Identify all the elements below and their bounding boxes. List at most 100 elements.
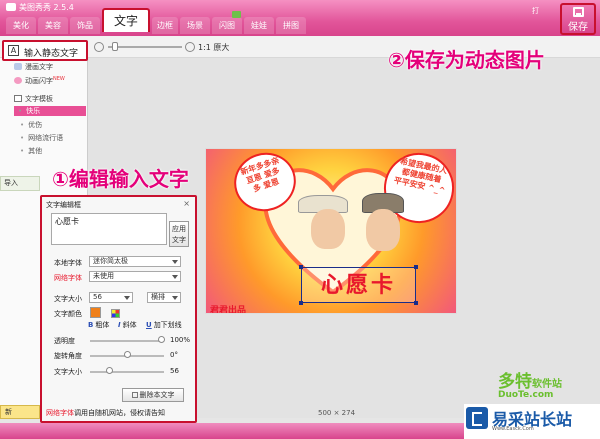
resize-handle[interactable] — [299, 301, 303, 305]
text-content-input[interactable]: 心愿卡 — [51, 213, 167, 245]
tab-text[interactable]: 文字 — [102, 8, 151, 32]
yicai-logo-icon — [466, 407, 488, 429]
duote-small: 软件站 — [532, 379, 562, 390]
title-bar: 美图秀秀 2.5.4 美化 美容 饰品 文字 边框 场景 闪图 娃娃 拼图 打 … — [0, 0, 600, 36]
italic-icon: I — [118, 321, 121, 329]
chevron-down-icon — [124, 296, 130, 300]
card-text-object[interactable]: 心愿卡 — [301, 267, 416, 303]
local-font-label: 本地字体 — [54, 259, 82, 267]
underline-label: 加下划线 — [153, 321, 182, 329]
save-label: 保存 — [568, 22, 588, 33]
signature-text: 君君出品 — [210, 306, 247, 314]
tab-flash-label: 闪图 — [219, 21, 236, 30]
zoom-slider-handle[interactable] — [112, 42, 118, 51]
zoom-in-icon[interactable] — [185, 42, 195, 52]
resize-handle[interactable] — [414, 265, 418, 269]
text-size-label: 文字大小 — [54, 295, 82, 303]
delete-text-button[interactable]: 删除本文字 — [122, 388, 184, 402]
chevron-down-icon — [172, 260, 178, 264]
tab-flash[interactable]: 闪图 — [212, 11, 243, 34]
template-sad[interactable]: 优伤 — [20, 120, 42, 130]
main-tabs: 美化 美容 饰品 文字 边框 场景 闪图 娃娃 拼图 — [6, 8, 307, 34]
template-happy[interactable]: 快乐 — [14, 106, 86, 116]
yicai-url: Www.Easck.Com — [492, 426, 534, 432]
orientation-select[interactable]: 横排 — [147, 292, 181, 303]
text-color-label: 文字颜色 — [54, 310, 82, 318]
floppy-disk-icon — [572, 7, 584, 17]
chevron-down-icon — [172, 296, 178, 300]
italic-label: 斜体 — [122, 321, 137, 329]
person-right — [366, 209, 400, 251]
delete-label: 删除本文字 — [139, 391, 175, 399]
input-static-text-button[interactable]: A 输入静态文字 — [2, 40, 88, 61]
new-label: 新 — [5, 408, 12, 416]
new-button[interactable]: 新 — [0, 405, 40, 419]
tab-collage[interactable]: 拼图 — [276, 17, 307, 34]
font-size-slider[interactable] — [90, 371, 164, 373]
apply-text-button[interactable]: 应用文字 — [169, 221, 189, 247]
resize-handle[interactable] — [299, 265, 303, 269]
new-badge-icon — [232, 11, 242, 18]
tab-frame[interactable]: 边框 — [152, 17, 179, 34]
comic-text-icon — [14, 63, 22, 70]
template-internet-slang[interactable]: 网络流行语 — [20, 133, 63, 143]
font-size-slider-handle[interactable] — [106, 367, 113, 374]
bold-toggle[interactable]: B 粗体 — [88, 320, 109, 330]
tab-beauty[interactable]: 美容 — [38, 17, 68, 34]
step2-annotation: ②保存为动态图片 — [388, 48, 545, 72]
open-button[interactable]: 打 — [532, 7, 539, 16]
delete-icon — [131, 392, 138, 398]
tab-scene[interactable]: 场景 — [180, 17, 211, 34]
text-size-select[interactable]: 56 — [89, 292, 133, 303]
color-palette-icon[interactable] — [111, 309, 120, 318]
web-font-select[interactable]: 未使用 — [89, 271, 181, 282]
text-size-value: 56 — [93, 293, 102, 301]
save-button[interactable]: 保存 — [560, 3, 596, 35]
image-dimensions: 500 × 274 — [318, 409, 356, 417]
zoom-out-icon[interactable] — [94, 42, 104, 52]
opacity-label: 透明度 — [54, 337, 75, 345]
template-other[interactable]: 其他 — [20, 146, 42, 156]
bold-icon: B — [88, 321, 94, 329]
zoom-slider-track[interactable] — [108, 46, 182, 48]
local-font-select[interactable]: 迷你简太极 — [89, 256, 181, 267]
rotation-slider-handle[interactable] — [124, 351, 131, 358]
font-size-value: 56 — [170, 367, 179, 375]
underline-toggle[interactable]: U 加下划线 — [146, 320, 182, 330]
duote-big: 多特 — [498, 372, 532, 392]
resize-handle[interactable] — [414, 301, 418, 305]
close-icon[interactable]: × — [183, 199, 190, 208]
text-a-icon: A — [8, 45, 19, 56]
italic-toggle[interactable]: I 斜体 — [118, 320, 137, 330]
opacity-slider[interactable] — [90, 340, 164, 342]
editor-title: 文字编辑框 — [46, 201, 81, 209]
menu-comic-text-label: 漫画文字 — [25, 63, 53, 71]
input-static-text-label: 输入静态文字 — [24, 49, 79, 59]
menu-comic-text[interactable]: 漫画文字 — [14, 62, 53, 72]
duote-watermark: 多特软件站 DuoTe.com — [498, 367, 562, 400]
animated-text-icon — [14, 77, 22, 84]
text-color-swatch[interactable] — [90, 307, 101, 318]
footer-web-font: 网络字体 — [46, 409, 74, 417]
editor-footer-note: 网络字体调用自随机网站，侵权请告知 — [46, 408, 165, 418]
import-label: 导入 — [4, 179, 18, 187]
footer-note-text: 调用自随机网站，侵权请告知 — [74, 409, 165, 417]
yicai-watermark: 易采站长站 Www.Easck.Com — [464, 404, 600, 439]
menu-animated-text[interactable]: 动画闪字NEW — [14, 76, 65, 86]
menu-text-template[interactable]: 文字模板 — [14, 94, 53, 104]
underline-icon: U — [146, 321, 152, 329]
photo-canvas[interactable]: 新年多多亲 亘恩 爱多 多 爱恩 希望我最的人 都健康随着 平平安安 ^_^ 心… — [205, 148, 457, 314]
tab-beautify[interactable]: 美化 — [6, 17, 36, 34]
menu-animated-text-label: 动画闪字 — [25, 77, 53, 85]
local-font-value: 迷你简太极 — [93, 257, 128, 265]
step1-annotation: ①编辑输入文字 — [52, 167, 189, 191]
web-font-value: 未使用 — [93, 272, 114, 280]
menu-text-template-label: 文字模板 — [25, 95, 53, 103]
opacity-slider-handle[interactable] — [158, 336, 165, 343]
tab-doll[interactable]: 娃娃 — [244, 17, 275, 34]
zoom-label[interactable]: 1:1 原大 — [198, 42, 229, 53]
rotation-label: 旋转角度 — [54, 352, 82, 360]
tab-accessories[interactable]: 饰品 — [70, 17, 100, 34]
import-button[interactable]: 导入 — [0, 176, 40, 191]
bold-label: 粗体 — [95, 321, 110, 329]
